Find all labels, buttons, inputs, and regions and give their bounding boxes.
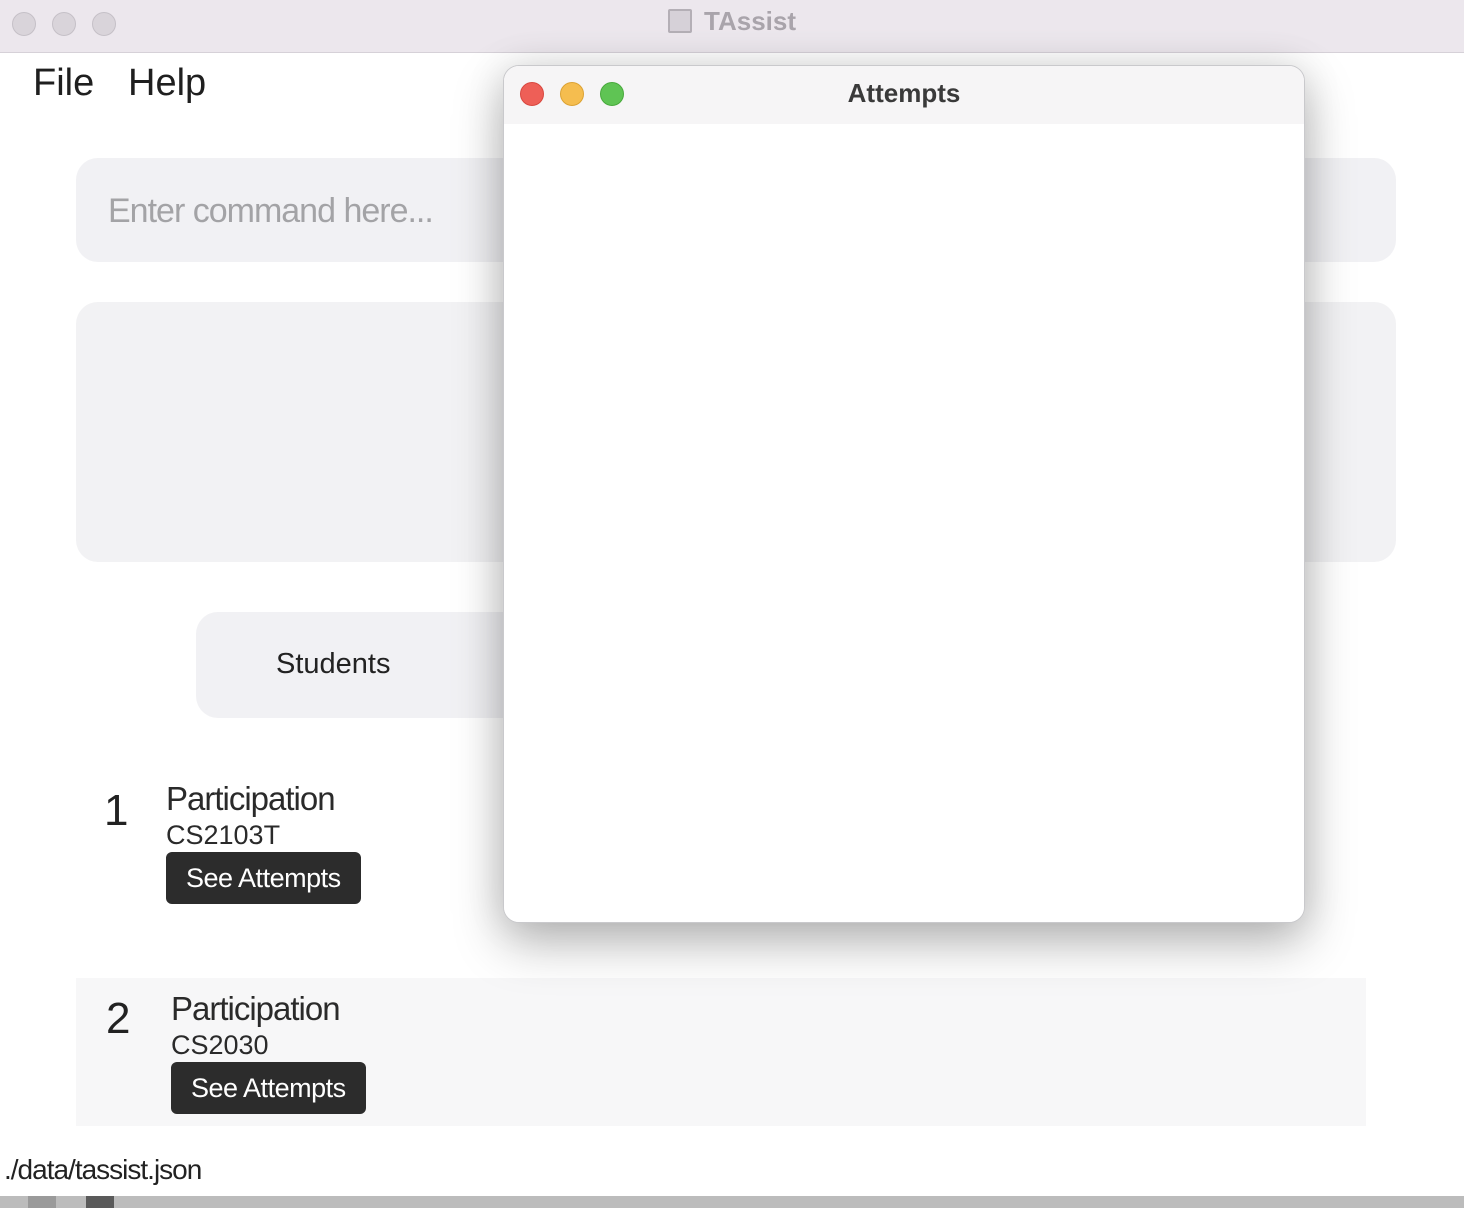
list-item-module: CS2030 bbox=[171, 1030, 269, 1060]
list-item-title: Participation bbox=[171, 990, 341, 1027]
attempts-content bbox=[504, 124, 1304, 922]
menu-help[interactable]: Help bbox=[128, 62, 206, 105]
menu-bar: File Help bbox=[0, 52, 500, 118]
tab-students[interactable]: Students bbox=[196, 612, 526, 718]
list-item-index: 1 bbox=[104, 786, 129, 835]
desktop-segment bbox=[86, 1196, 114, 1208]
window-title: TAssist bbox=[0, 6, 1464, 37]
list-item-index: 2 bbox=[106, 994, 131, 1043]
attempts-window: Attempts bbox=[503, 65, 1305, 923]
desktop-background-strip bbox=[0, 1196, 1464, 1208]
see-attempts-button[interactable]: See Attempts bbox=[171, 1062, 366, 1114]
menu-file[interactable]: File bbox=[33, 62, 94, 105]
attempts-title: Attempts bbox=[847, 78, 961, 108]
window-title-text: TAssist bbox=[704, 6, 796, 36]
list-item-module: CS2103T bbox=[166, 820, 281, 850]
app-document-icon bbox=[668, 9, 692, 33]
tab-students-label: Students bbox=[276, 648, 391, 680]
list-item-title: Participation bbox=[166, 780, 336, 817]
status-bar-file-path: ./data/tassist.json bbox=[4, 1154, 202, 1185]
see-attempts-button[interactable]: See Attempts bbox=[166, 852, 361, 904]
attempts-titlebar: Attempts bbox=[504, 66, 1304, 125]
list-item: 2 Participation CS2030 See Attempts bbox=[76, 978, 1366, 1126]
main-titlebar: TAssist bbox=[0, 0, 1464, 53]
desktop-segment bbox=[28, 1196, 56, 1208]
